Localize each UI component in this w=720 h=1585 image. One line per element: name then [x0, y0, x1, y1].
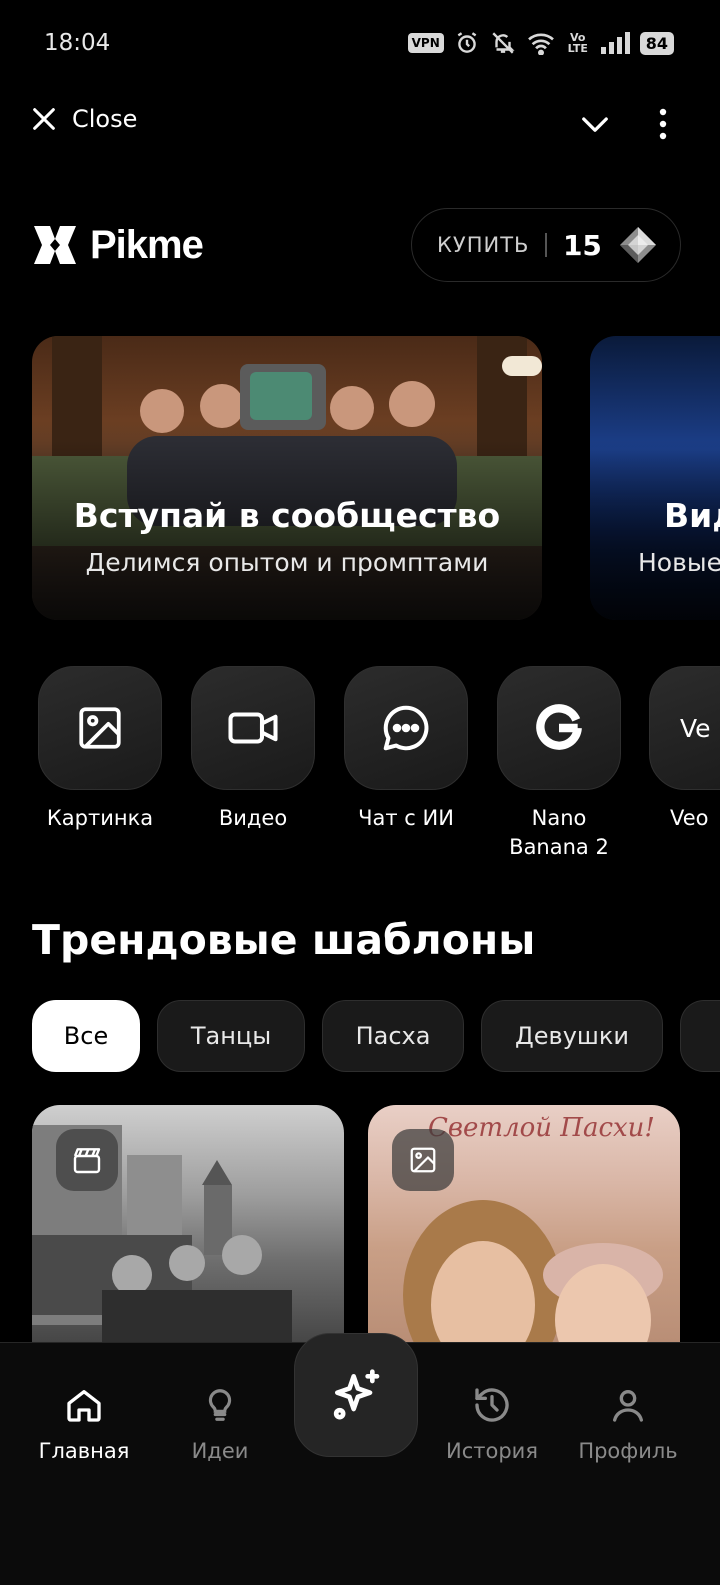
- video-banner[interactable]: Вид Новые: [590, 336, 720, 620]
- buy-credits-button[interactable]: КУПИТЬ 15: [411, 208, 681, 282]
- card-type-badge: [56, 1129, 118, 1191]
- buy-divider: [545, 233, 547, 257]
- buy-label: КУПИТЬ: [437, 233, 530, 257]
- nav-icon-wrap: [14, 1383, 154, 1427]
- close-icon: [33, 108, 55, 130]
- chat-icon: [383, 705, 429, 751]
- action-image[interactable]: Картинка: [37, 666, 163, 833]
- action-tile[interactable]: [191, 666, 315, 790]
- filter-chip-more[interactable]: [680, 1000, 720, 1072]
- nav-history[interactable]: История: [422, 1383, 562, 1463]
- nav-icon-wrap: [422, 1383, 562, 1427]
- filter-chip-easter[interactable]: Пасха: [322, 1000, 464, 1072]
- community-banner[interactable]: Вступай в сообщество Делимся опытом и пр…: [32, 336, 542, 620]
- clapperboard-icon: [73, 1148, 101, 1174]
- status-icons: VPN Vo LTE 84: [407, 30, 674, 56]
- action-label: Veo: [670, 806, 709, 830]
- banner-title: Вид: [664, 496, 720, 535]
- status-bar: 18:04 VPN Vo LTE 84: [0, 0, 720, 90]
- filter-chip-girls[interactable]: Девушки: [481, 1000, 663, 1072]
- action-tile[interactable]: [344, 666, 468, 790]
- nav-ideas[interactable]: Идеи: [150, 1383, 290, 1463]
- banner-title: Вступай в сообщество: [73, 496, 501, 535]
- banner-subtitle: Делимся опытом и промптами: [85, 548, 489, 577]
- banner-subtitle: Новые: [638, 548, 720, 577]
- vpn-icon: VPN: [407, 33, 444, 53]
- profile-icon: [613, 1390, 643, 1422]
- action-label: Видео: [218, 806, 288, 830]
- status-time: 18:04: [44, 30, 111, 56]
- nav-home[interactable]: Главная: [14, 1383, 154, 1463]
- home-icon: [67, 1390, 101, 1422]
- action-tile[interactable]: [38, 666, 162, 790]
- app-logo: Pikme: [32, 222, 204, 268]
- pikme-logo-icon: [34, 226, 76, 264]
- chevron-down-icon[interactable]: [580, 109, 610, 139]
- sparkles-icon: [333, 1369, 380, 1420]
- card-type-badge: [392, 1129, 454, 1191]
- nav-icon-wrap: [150, 1383, 290, 1427]
- nav-label: История: [446, 1439, 538, 1463]
- nav-label: Профиль: [578, 1439, 678, 1463]
- logo-text: Pikme: [90, 222, 204, 267]
- action-label: Nano Banana 2: [509, 806, 609, 859]
- more-vertical-icon[interactable]: [652, 107, 674, 141]
- diamond-icon: [619, 227, 656, 263]
- template-card[interactable]: [32, 1105, 344, 1365]
- wifi-icon: [527, 33, 554, 55]
- nav-label: Идеи: [191, 1439, 249, 1463]
- action-chat[interactable]: Чат с ИИ: [343, 666, 469, 833]
- top-bar: Close: [0, 95, 720, 155]
- google-icon: [536, 704, 582, 750]
- card-caption: Светлой Пасхи!: [428, 1113, 655, 1143]
- alarm-icon: [457, 32, 477, 53]
- filter-chip-dances[interactable]: Танцы: [157, 1000, 305, 1072]
- lightbulb-icon: [208, 1389, 232, 1421]
- mute-icon: [492, 32, 515, 54]
- action-veo[interactable]: Ve Veo: [649, 666, 720, 833]
- action-label: Картинка: [46, 806, 154, 830]
- section-title: Трендовые шаблоны: [32, 916, 536, 964]
- history-icon: [475, 1388, 509, 1422]
- action-nano-banana[interactable]: Nano Banana 2: [496, 666, 622, 862]
- create-button[interactable]: [294, 1333, 418, 1457]
- credits-count: 15: [562, 228, 602, 262]
- nav-label: Главная: [38, 1439, 130, 1463]
- image-icon: [410, 1147, 436, 1173]
- filter-chip-all[interactable]: Все: [32, 1000, 140, 1072]
- action-tile[interactable]: [497, 666, 621, 790]
- nav-icon-wrap: [558, 1383, 698, 1427]
- signal-icon: [600, 32, 630, 54]
- action-tile[interactable]: Ve: [649, 666, 720, 790]
- action-label: Чат с ИИ: [358, 806, 454, 830]
- veo-icon: Ve: [680, 713, 711, 743]
- close-button[interactable]: Close: [30, 105, 137, 133]
- image-icon: [79, 707, 121, 749]
- nav-profile[interactable]: Профиль: [558, 1383, 698, 1463]
- volte-icon: Vo LTE: [567, 31, 588, 55]
- battery-icon: 84: [639, 31, 674, 55]
- template-card[interactable]: Светлой Пасхи!: [368, 1105, 680, 1365]
- video-camera-icon: [228, 712, 278, 744]
- close-label: Close: [72, 105, 138, 133]
- bottom-nav: Главная Идеи История Профиль: [0, 1333, 720, 1585]
- action-video[interactable]: Видео: [190, 666, 316, 833]
